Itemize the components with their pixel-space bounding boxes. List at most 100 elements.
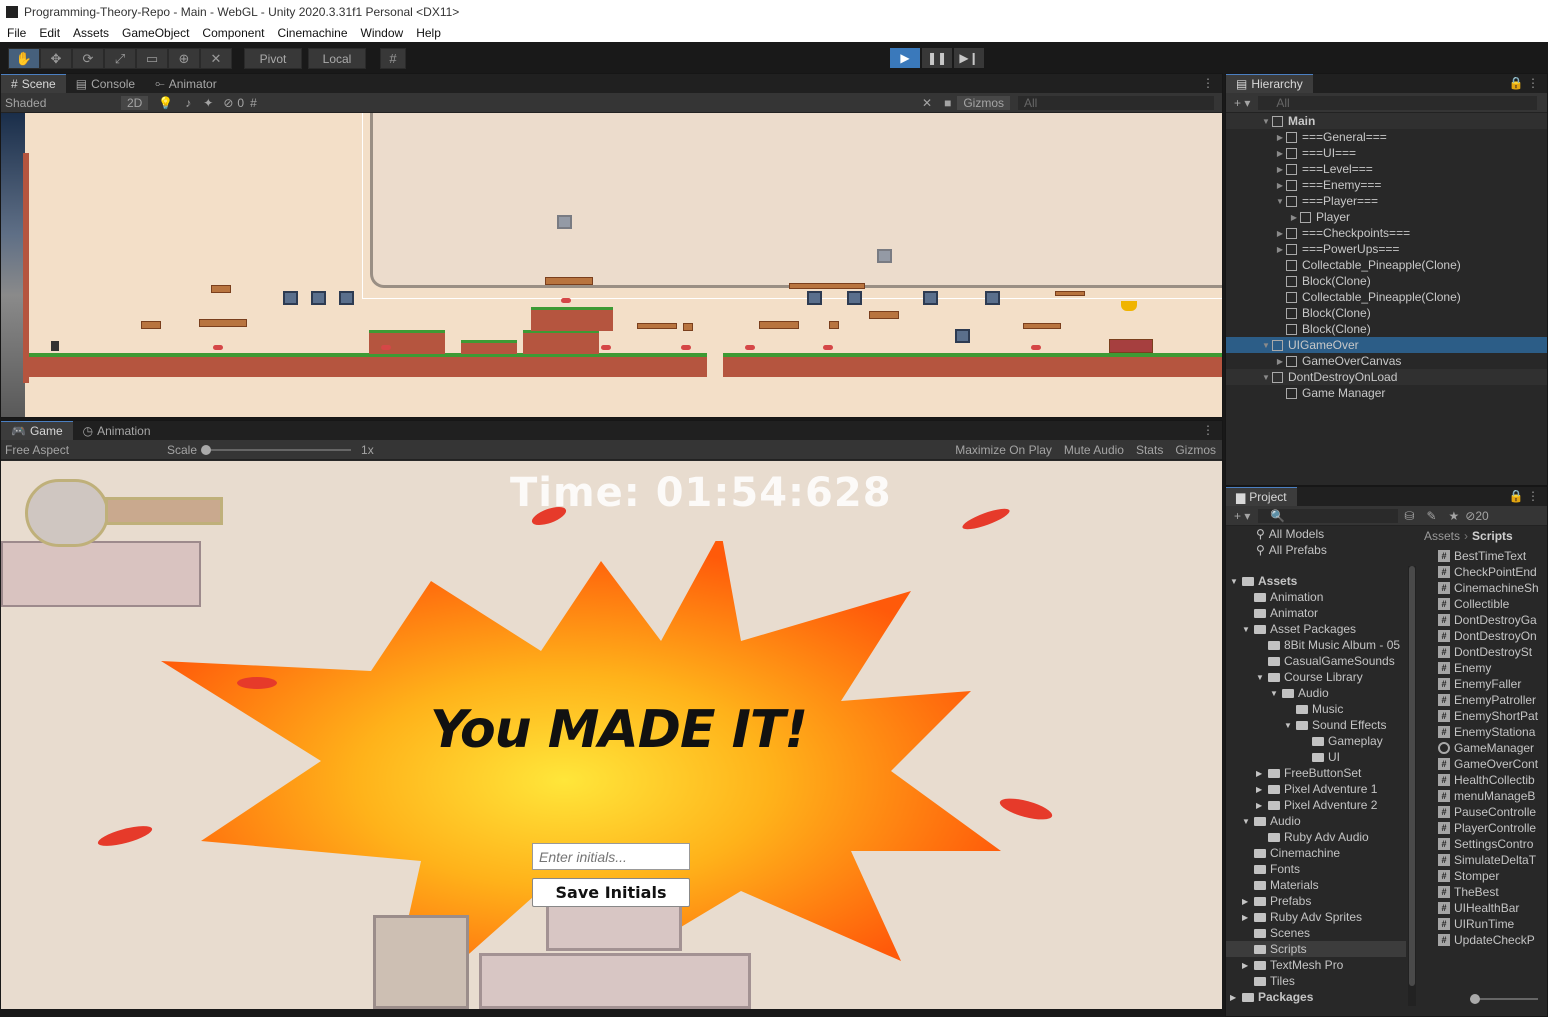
folder-animation[interactable]: Animation [1254,589,1323,605]
folder-8bit-music[interactable]: 8Bit Music Album - 05 [1268,637,1400,653]
folder-ruby-adv-sprites[interactable]: ▶ Ruby Adv Sprites [1242,909,1362,925]
folder-materials[interactable]: Materials [1254,877,1319,893]
project-menu-icon[interactable]: 🔒 ⋮ [1509,489,1539,503]
script-file[interactable]: # DontDestroySt [1438,644,1532,660]
menu-help[interactable]: Help [409,26,447,40]
tab-animator[interactable]: ⟜ Animator [145,74,227,93]
expand-arrow-icon[interactable]: ▶ [1242,897,1254,906]
icon-size-slider-thumb[interactable] [1470,994,1480,1004]
expand-arrow-icon[interactable]: ▶ [1256,801,1268,810]
hierarchy-item[interactable]: ▶ Player [1226,209,1547,225]
folder-course-library[interactable]: ▼ Course Library [1256,669,1363,685]
hierarchy-item[interactable]: ▶ ===Enemy=== [1226,177,1547,193]
scene-viewport[interactable] [1,113,1222,417]
move-tool-icon[interactable]: ✥ [40,48,72,69]
hierarchy-item[interactable]: ▶ GameOverCanvas [1226,353,1547,369]
script-file[interactable]: # menuManageB [1438,788,1535,804]
expand-arrow-icon[interactable]: ▶ [1274,245,1286,254]
hierarchy-item[interactable]: Block(Clone) [1226,321,1547,337]
expand-arrow-icon[interactable]: ▶ [1256,785,1268,794]
icon-size-slider[interactable] [1470,994,1538,1004]
scale-slider[interactable] [201,444,352,455]
expand-arrow-icon[interactable]: ▶ [1274,149,1286,158]
menu-assets[interactable]: Assets [66,26,115,40]
script-file[interactable]: # EnemyShortPat [1438,708,1538,724]
hierarchy-item[interactable]: ▼ ===Player=== [1226,193,1547,209]
create-button[interactable]: + ▾ [1226,96,1258,110]
script-file[interactable]: # CinemachineSh [1438,580,1539,596]
scale-slider-thumb[interactable] [201,444,212,455]
script-file[interactable]: # BestTimeText [1438,548,1526,564]
script-file[interactable]: # PauseControlle [1438,804,1536,820]
script-file[interactable]: # PlayerControlle [1438,820,1536,836]
hierarchy-menu-icon[interactable]: 🔒 ⋮ [1509,76,1539,90]
tab-hierarchy[interactable]: ▤ Hierarchy [1226,74,1313,93]
hierarchy-item[interactable]: ▶ ===PowerUps=== [1226,241,1547,257]
expand-arrow-icon[interactable]: ▼ [1230,577,1242,586]
folder-cinemachine[interactable]: Cinemachine [1254,845,1340,861]
game-gizmos-dropdown[interactable]: Gizmos [1169,443,1222,457]
expand-arrow-icon[interactable]: ▼ [1260,373,1272,382]
mode-2d-toggle[interactable]: 2D [121,95,149,110]
tab-project[interactable]: ▆ Project [1226,487,1297,506]
script-file[interactable]: # UpdateCheckP [1438,932,1535,948]
game-menu-icon[interactable]: ⋮ [1202,423,1214,437]
script-file[interactable]: # DontDestroyGa [1438,612,1537,628]
hand-tool-icon[interactable]: ✋ [8,48,40,69]
folder-ruby-adv-audio[interactable]: Ruby Adv Audio [1268,829,1369,845]
grid-snap-icon[interactable]: # [380,48,406,69]
hierarchy-item[interactable]: Game Manager [1226,385,1547,401]
hierarchy-item[interactable]: ▶ ===UI=== [1226,145,1547,161]
expand-arrow-icon[interactable]: ▶ [1274,133,1286,142]
expand-arrow-icon[interactable]: ▶ [1242,913,1254,922]
folder-ui[interactable]: UI [1312,749,1340,765]
folder-fonts[interactable]: Fonts [1254,861,1300,877]
folder-prefabs[interactable]: ▶ Prefabs [1242,893,1311,909]
pivot-toggle[interactable]: Pivot [244,48,302,69]
tools-icon[interactable]: ✕ [916,96,938,110]
expand-arrow-icon[interactable]: ▼ [1256,673,1268,682]
folder-pixel-adventure-2[interactable]: ▶ Pixel Adventure 2 [1256,797,1377,813]
custom-tool-icon[interactable]: ✕ [200,48,232,69]
filter-label-icon[interactable]: ✎ [1420,509,1442,523]
folder-scripts[interactable]: Scripts [1226,941,1406,957]
menu-cinemachine[interactable]: Cinemachine [270,26,353,40]
scale-tool-icon[interactable]: ⤢ [104,48,136,69]
scene-search-input[interactable]: All [1018,95,1214,110]
hierarchy-item-dontdestroyonload[interactable]: ▼ DontDestroyOnLoad [1226,369,1547,385]
folder-music[interactable]: Music [1296,701,1343,717]
project-search-input[interactable]: 🔍 [1258,508,1399,523]
expand-arrow-icon[interactable]: ▼ [1260,341,1272,350]
script-file[interactable]: GameManager [1438,740,1534,756]
local-toggle[interactable]: Local [308,48,366,69]
menu-gameobject[interactable]: GameObject [115,26,195,40]
script-file[interactable]: # Stomper [1438,868,1499,884]
hierarchy-item[interactable]: ▶ ===General=== [1226,129,1547,145]
tab-game[interactable]: 🎮 Game [1,421,73,440]
script-file[interactable]: # UIRunTime [1438,916,1514,932]
step-button[interactable]: ▶❙ [954,48,984,68]
script-file[interactable]: # GameOverCont [1438,756,1538,772]
folder-pixel-adventure-1[interactable]: ▶ Pixel Adventure 1 [1256,781,1377,797]
favorite-icon[interactable]: ★ [1443,509,1466,523]
script-file[interactable]: # UIHealthBar [1438,900,1519,916]
hierarchy-item[interactable]: ▶ ===Level=== [1226,161,1547,177]
project-tree-scrollbar[interactable] [1408,566,1416,1006]
script-file[interactable]: # Collectible [1438,596,1509,612]
script-file[interactable]: # SettingsContro [1438,836,1533,852]
folder-packages[interactable]: ▶ Packages [1230,989,1313,1005]
transform-tool-icon[interactable]: ⊕ [168,48,200,69]
expand-arrow-icon[interactable]: ▼ [1242,817,1254,826]
hierarchy-item[interactable]: ▶ ===Checkpoints=== [1226,225,1547,241]
scene-gizmos-dropdown[interactable]: Gizmos [957,95,1010,110]
expand-arrow-icon[interactable]: ▼ [1274,197,1286,206]
hierarchy-search-input[interactable]: All [1258,95,1537,110]
script-file[interactable]: # Enemy [1438,660,1491,676]
maximize-on-play-toggle[interactable]: Maximize On Play [949,443,1058,457]
expand-arrow-icon[interactable]: ▶ [1274,165,1286,174]
tab-animation[interactable]: ◷ Animation [73,421,161,440]
menu-component[interactable]: Component [195,26,270,40]
project-create-button[interactable]: + ▾ [1226,509,1258,523]
folder-gameplay[interactable]: Gameplay [1312,733,1383,749]
pause-button[interactable]: ❚❚ [922,48,952,68]
